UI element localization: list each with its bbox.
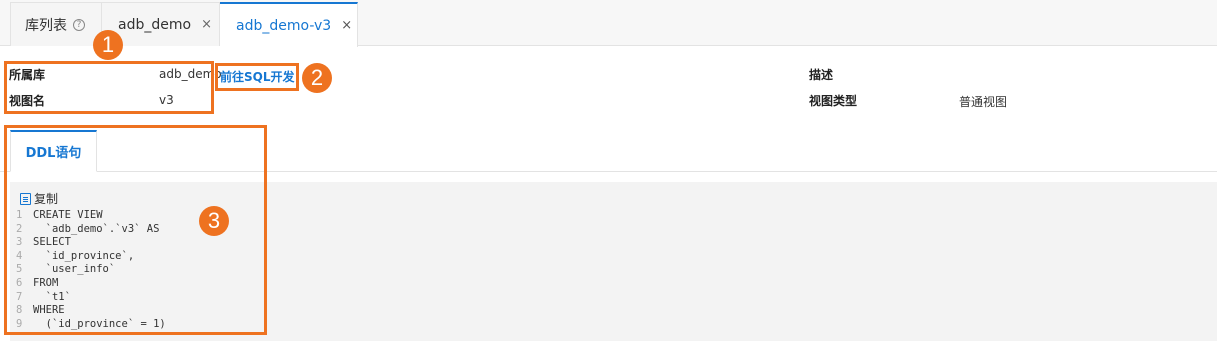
- close-icon[interactable]: ×: [341, 18, 352, 33]
- description-label: 描述: [809, 68, 834, 82]
- annotation-box-2: [215, 63, 299, 91]
- tab-adb-demo-label: adb_demo: [118, 16, 192, 33]
- annotation-box-1: [4, 61, 214, 114]
- annotation-marker-2: 2: [302, 63, 332, 93]
- close-icon[interactable]: ×: [201, 17, 212, 32]
- view-type-label: 视图类型: [809, 94, 858, 108]
- tab-adb-demo-v3-label: adb_demo-v3: [236, 17, 332, 34]
- annotation-marker-1: 1: [93, 30, 123, 60]
- tab-bar: 库列表 ? adb_demo × adb_demo-v3 ×: [0, 0, 1217, 47]
- tab-db-list-label: 库列表: [25, 17, 67, 34]
- annotation-marker-3: 3: [199, 206, 229, 236]
- view-type-value: 普通视图: [959, 95, 1008, 109]
- annotation-box-3: [4, 125, 267, 335]
- tab-adb-demo-v3[interactable]: adb_demo-v3 ×: [220, 2, 358, 47]
- tab-db-list[interactable]: 库列表 ?: [10, 2, 102, 46]
- help-icon[interactable]: ?: [73, 18, 85, 31]
